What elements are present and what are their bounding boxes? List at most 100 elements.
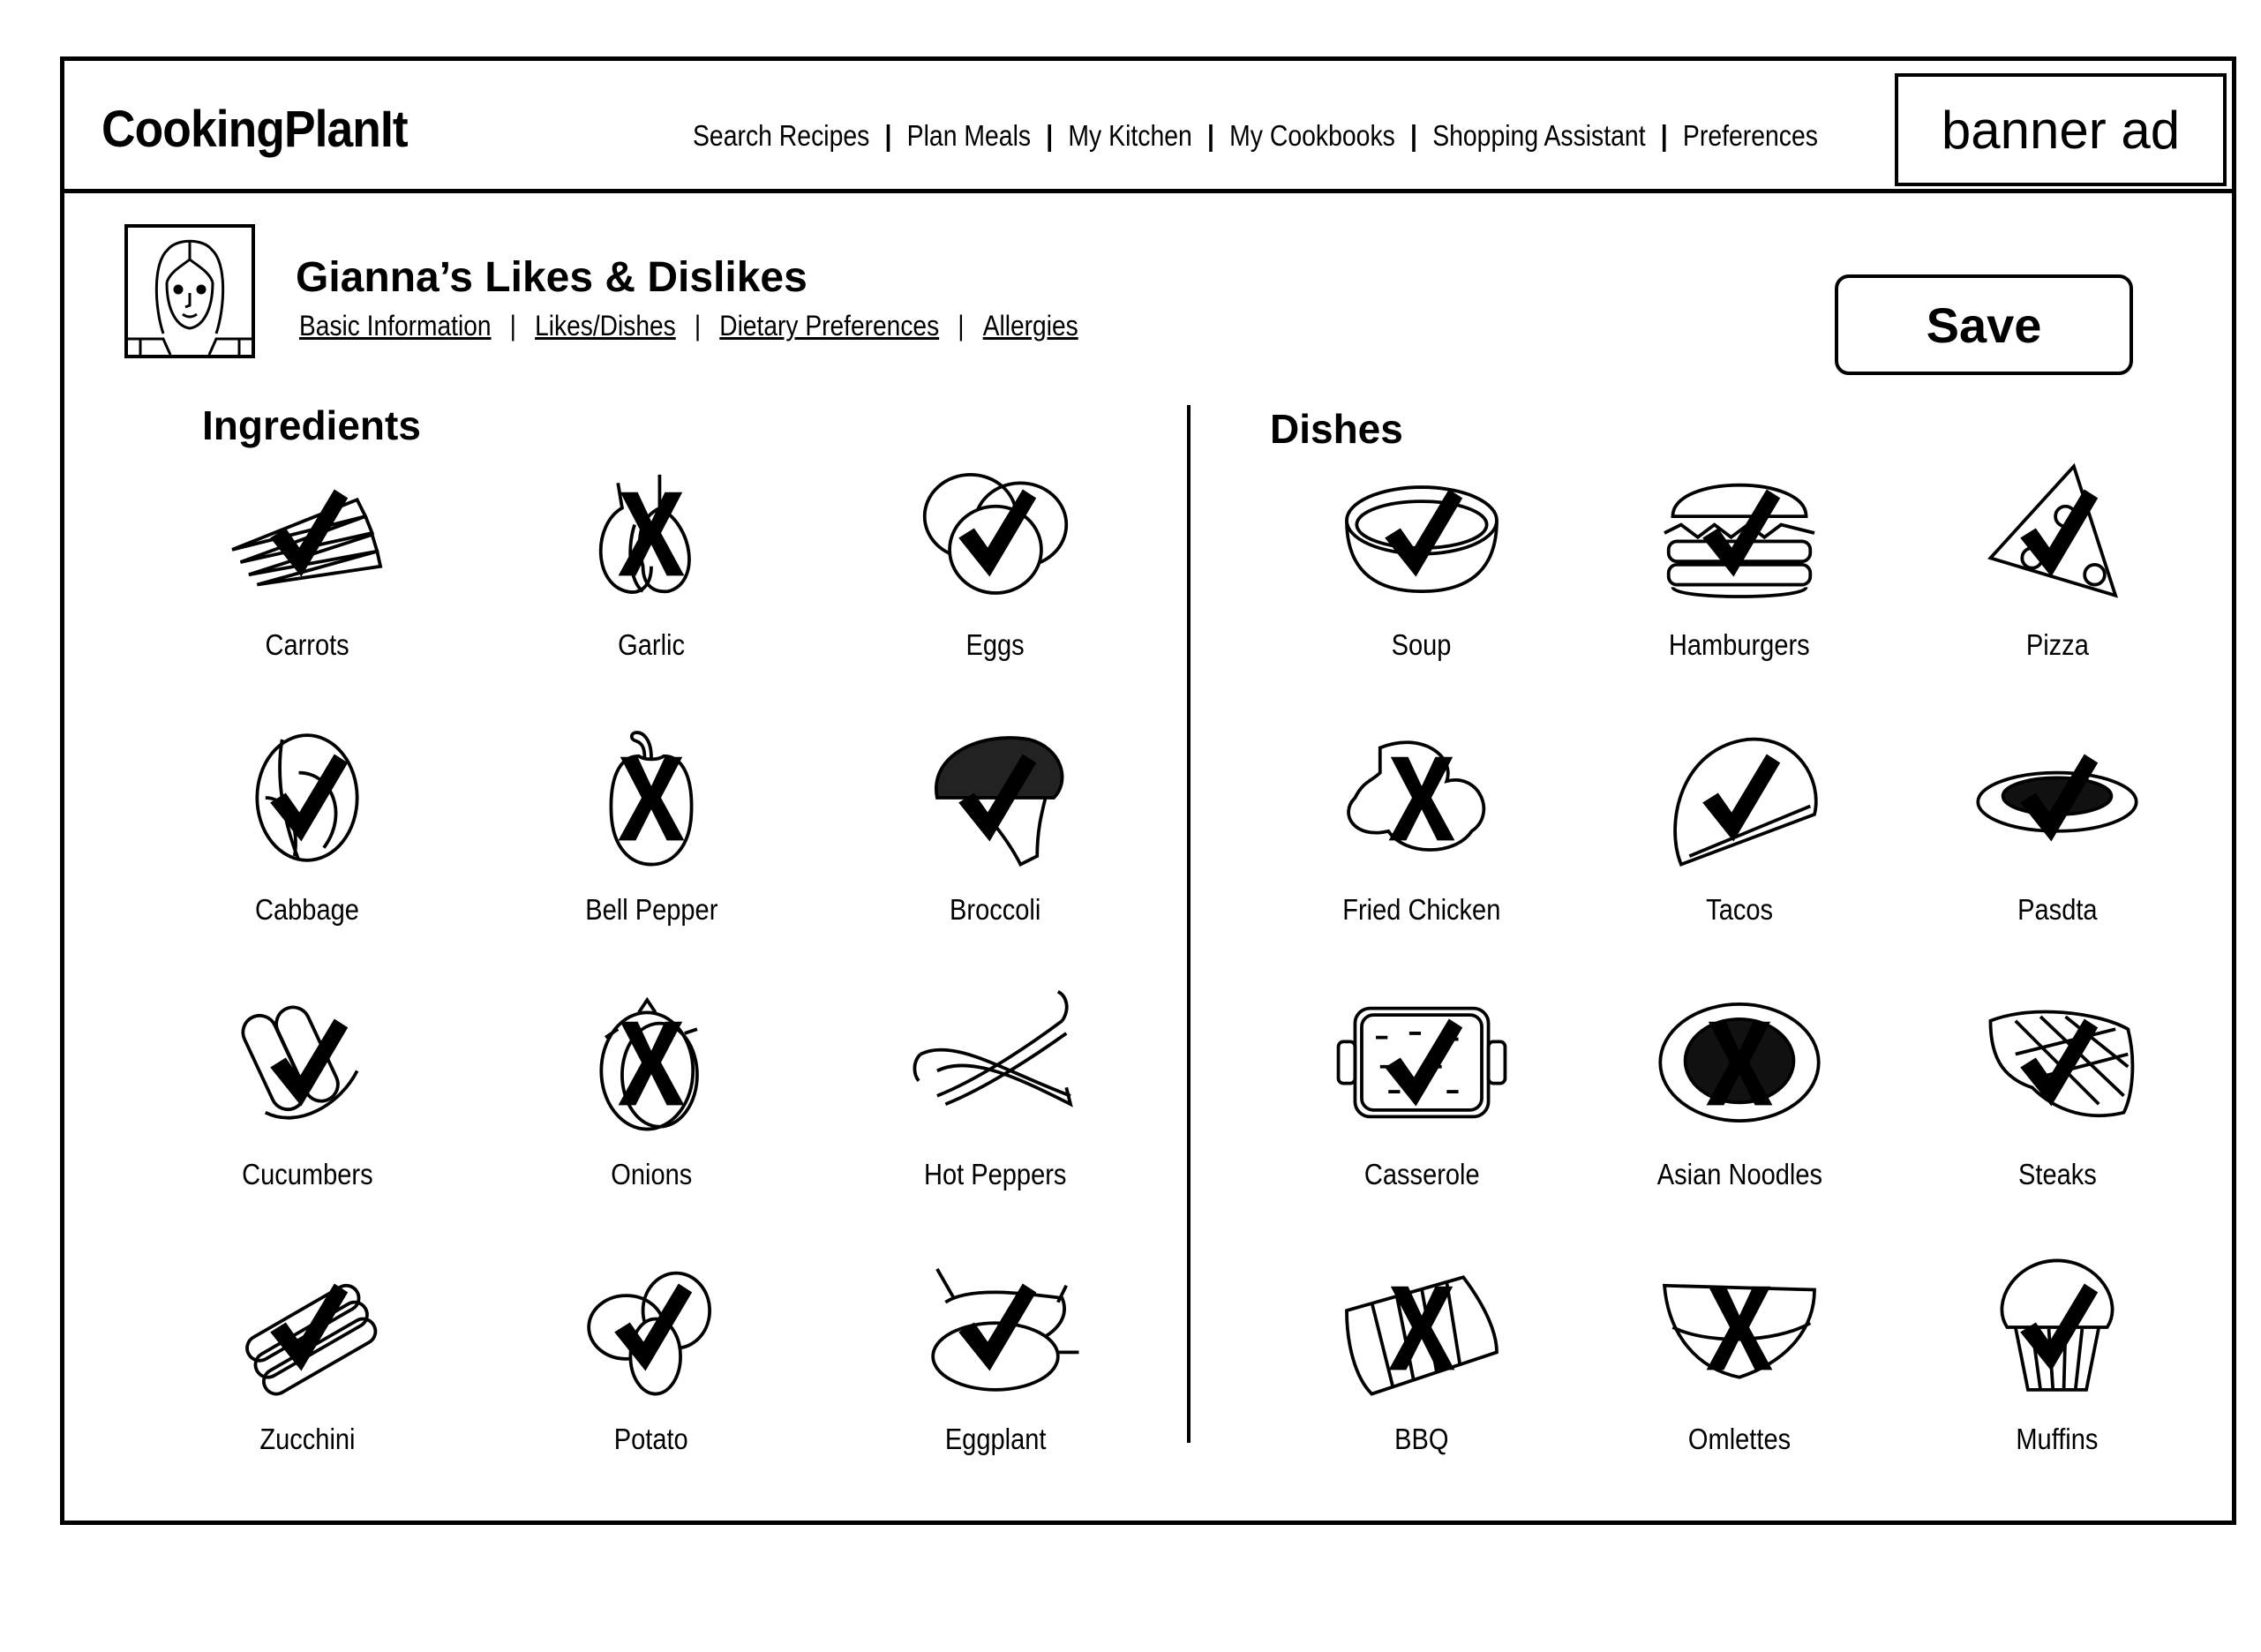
dish-item-omlettes[interactable]: Omlettes	[1581, 1248, 1898, 1513]
ingredient-item-eggs[interactable]: Eggs	[823, 454, 1168, 718]
food-image[interactable]	[201, 718, 413, 877]
food-image[interactable]	[890, 454, 1101, 612]
food-image[interactable]	[1316, 454, 1528, 612]
ingredients-grid: Carrots Garlic Eggs Cabbage Bell Pepper Brocc…	[135, 454, 1168, 1513]
nav-separator: |	[884, 119, 892, 152]
broccoli-icon	[934, 736, 1064, 867]
food-image[interactable]	[545, 718, 757, 877]
hot-peppers-icon	[913, 990, 1073, 1108]
food-image[interactable]	[1316, 983, 1528, 1142]
fried-chicken-icon	[1347, 740, 1486, 852]
item-label: Hamburgers	[1669, 628, 1810, 661]
dish-item-pasdta[interactable]: Pasdta	[1898, 718, 2216, 983]
food-image[interactable]	[890, 1248, 1101, 1407]
hamburger-icon	[1664, 483, 1815, 598]
dish-item-pizza[interactable]: Pizza	[1898, 454, 2216, 718]
ingredients-heading: Ingredients	[202, 402, 421, 448]
item-label: Cucumbers	[241, 1158, 373, 1190]
tab-allergies[interactable]: Allergies	[983, 310, 1078, 342]
ingredient-item-cabbage[interactable]: Cabbage	[135, 718, 479, 983]
food-image[interactable]	[1634, 1248, 1845, 1407]
item-label: Broccoli	[950, 893, 1041, 926]
tab-separator: |	[958, 310, 965, 342]
item-label: Muffins	[2016, 1423, 2099, 1455]
dish-item-hamburgers[interactable]: Hamburgers	[1581, 454, 1898, 718]
page-title: Gianna’s Likes & Dislikes	[296, 254, 808, 301]
dish-item-bbq[interactable]: BBQ	[1263, 1248, 1581, 1513]
item-label: Omlettes	[1687, 1423, 1792, 1455]
ingredient-item-zucchini[interactable]: Zucchini	[135, 1248, 479, 1513]
item-label: Casserole	[1363, 1158, 1480, 1190]
garlic-icon	[598, 474, 691, 594]
muffin-icon	[2000, 1258, 2115, 1392]
ingredient-item-bell-pepper[interactable]: Bell Pepper	[479, 718, 823, 983]
nav-my-cookbooks[interactable]: My Cookbooks	[1229, 119, 1395, 153]
nav-plan-meals[interactable]: Plan Meals	[907, 119, 1031, 153]
cucumbers-icon	[241, 1005, 359, 1120]
food-image[interactable]	[545, 983, 757, 1142]
tab-dietary-preferences[interactable]: Dietary Preferences	[719, 310, 939, 342]
top-header: CookingPlanIt Search Recipes | Plan Meal…	[64, 61, 2232, 193]
dish-item-steaks[interactable]: Steaks	[1898, 983, 2216, 1248]
dishes-grid: Soup Hamburgers Pizza Fried Chicken Tacos Pas…	[1263, 454, 2216, 1513]
food-image[interactable]	[1951, 983, 2163, 1142]
food-image[interactable]	[201, 1248, 413, 1407]
food-image[interactable]	[201, 983, 413, 1142]
save-button[interactable]: Save	[1835, 274, 2133, 375]
food-image[interactable]	[545, 454, 757, 612]
food-image[interactable]	[201, 454, 413, 612]
zucchini-icon	[245, 1283, 378, 1396]
casserole-icon	[1336, 1006, 1507, 1119]
food-image[interactable]	[1951, 454, 2163, 612]
item-label: Asian Noodles	[1656, 1158, 1822, 1190]
food-image[interactable]	[890, 983, 1101, 1142]
dish-item-muffins[interactable]: Muffins	[1898, 1248, 2216, 1513]
ingredient-item-potato[interactable]: Potato	[479, 1248, 823, 1513]
app-window: CookingPlanIt Search Recipes | Plan Meal…	[60, 56, 2236, 1525]
food-image[interactable]	[1951, 718, 2163, 877]
dish-item-fried-chicken[interactable]: Fried Chicken	[1263, 718, 1581, 983]
dish-item-casserole[interactable]: Casserole	[1263, 983, 1581, 1248]
ingredient-item-eggplant[interactable]: Eggplant	[823, 1248, 1168, 1513]
eggplant-icon	[931, 1267, 1079, 1392]
dishes-heading: Dishes	[1270, 406, 1403, 452]
nav-separator: |	[1660, 119, 1668, 152]
nav-separator: |	[1206, 119, 1214, 152]
food-image[interactable]	[1634, 983, 1845, 1142]
pasta-icon	[1976, 770, 2138, 833]
nav-search-recipes[interactable]: Search Recipes	[693, 119, 869, 153]
ingredient-item-cucumbers[interactable]: Cucumbers	[135, 983, 479, 1248]
avatar[interactable]	[124, 224, 255, 358]
nav-my-kitchen[interactable]: My Kitchen	[1068, 119, 1191, 153]
tab-separator: |	[694, 310, 702, 342]
main-nav: Search Recipes | Plan Meals | My Kitchen…	[693, 119, 1818, 153]
food-image[interactable]	[890, 718, 1101, 877]
tab-basic-information[interactable]: Basic Information	[299, 310, 492, 342]
ingredient-item-carrots[interactable]: Carrots	[135, 454, 479, 718]
food-image[interactable]	[1634, 454, 1845, 612]
food-image[interactable]	[545, 1248, 757, 1407]
dish-item-tacos[interactable]: Tacos	[1581, 718, 1898, 983]
ingredient-item-garlic[interactable]: Garlic	[479, 454, 823, 718]
banner-ad[interactable]: banner ad	[1895, 73, 2227, 186]
ingredient-item-broccoli[interactable]: Broccoli	[823, 718, 1168, 983]
ingredient-item-hot-peppers[interactable]: Hot Peppers	[823, 983, 1168, 1248]
onions-icon	[599, 996, 699, 1131]
nav-shopping-assistant[interactable]: Shopping Assistant	[1432, 119, 1645, 153]
pizza-icon	[1987, 462, 2119, 598]
dish-item-soup[interactable]: Soup	[1263, 454, 1581, 718]
food-image[interactable]	[1951, 1248, 2163, 1407]
omelette-icon	[1662, 1283, 1816, 1379]
profile-tabs: Basic Information | Likes/Dishes | Dieta…	[299, 310, 1078, 342]
item-label: Potato	[614, 1423, 688, 1455]
food-image[interactable]	[1316, 718, 1528, 877]
nav-preferences[interactable]: Preferences	[1683, 119, 1818, 153]
tab-likes-dishes[interactable]: Likes/Dishes	[535, 310, 676, 342]
ingredient-item-onions[interactable]: Onions	[479, 983, 823, 1248]
app-logo[interactable]: CookingPlanIt	[101, 100, 409, 159]
item-label: Carrots	[265, 628, 349, 661]
food-image[interactable]	[1316, 1248, 1528, 1407]
bbq-ribs-icon	[1345, 1275, 1499, 1396]
food-image[interactable]	[1634, 718, 1845, 877]
dish-item-asian-noodles[interactable]: Asian Noodles	[1581, 983, 1898, 1248]
